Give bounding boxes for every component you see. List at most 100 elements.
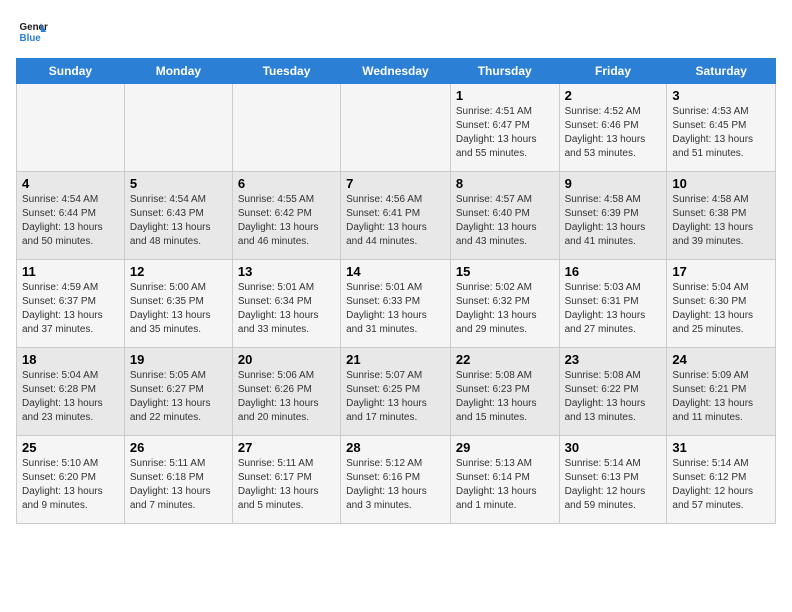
calendar-cell: 30 Sunrise: 5:14 AM Sunset: 6:13 PM Dayli… xyxy=(559,436,667,524)
calendar-cell xyxy=(124,84,232,172)
day-number: 9 xyxy=(565,176,662,191)
calendar-cell: 28 Sunrise: 5:12 AM Sunset: 6:16 PM Dayli… xyxy=(341,436,451,524)
calendar-cell: 1 Sunrise: 4:51 AM Sunset: 6:47 PM Daylig… xyxy=(450,84,559,172)
day-info: Sunrise: 4:56 AM Sunset: 6:41 PM Dayligh… xyxy=(346,193,445,249)
day-info: Sunrise: 5:12 AM Sunset: 6:16 PM Dayligh… xyxy=(346,457,445,513)
calendar-cell: 22Sunrise: 5:08 AM Sunset: 6:23 PM Dayli… xyxy=(450,348,559,436)
calendar-cell: 27Sunrise: 5:11 AM Sunset: 6:17 PM Dayli… xyxy=(232,436,340,524)
day-number: 7 xyxy=(346,176,445,191)
day-info: Sunrise: 5:10 AM Sunset: 6:20 PM Dayligh… xyxy=(22,457,119,513)
calendar-cell: 23 Sunrise: 5:08 AM Sunset: 6:22 PM Dayli… xyxy=(559,348,667,436)
calendar-cell: 25 Sunrise: 5:10 AM Sunset: 6:20 PM Dayli… xyxy=(17,436,125,524)
page-header: General Blue xyxy=(16,16,776,48)
day-number: 14 xyxy=(346,264,445,279)
day-info: Sunrise: 5:09 AM Sunset: 6:21 PM Dayligh… xyxy=(672,369,770,425)
day-info: Sunrise: 5:14 AM Sunset: 6:12 PM Dayligh… xyxy=(672,457,770,513)
day-info: Sunrise: 4:52 AM Sunset: 6:46 PM Dayligh… xyxy=(565,105,662,161)
day-info: Sunrise: 4:59 AM Sunset: 6:37 PM Dayligh… xyxy=(22,281,119,337)
calendar-cell: 21 Sunrise: 5:07 AM Sunset: 6:25 PM Dayli… xyxy=(341,348,451,436)
day-header-sunday: Sunday xyxy=(17,59,125,84)
day-number: 24 xyxy=(672,352,770,367)
day-number: 10 xyxy=(672,176,770,191)
day-number: 5 xyxy=(130,176,227,191)
day-number: 22 xyxy=(456,352,554,367)
day-header-tuesday: Tuesday xyxy=(232,59,340,84)
calendar-cell: 16 Sunrise: 5:03 AM Sunset: 6:31 PM Dayli… xyxy=(559,260,667,348)
calendar-cell: 31 Sunrise: 5:14 AM Sunset: 6:12 PM Dayli… xyxy=(667,436,776,524)
day-info: Sunrise: 5:06 AM Sunset: 6:26 PM Dayligh… xyxy=(238,369,335,425)
day-number: 6 xyxy=(238,176,335,191)
logo: General Blue xyxy=(16,16,48,48)
day-header-wednesday: Wednesday xyxy=(341,59,451,84)
calendar-week-row: 1 Sunrise: 4:51 AM Sunset: 6:47 PM Daylig… xyxy=(17,84,776,172)
day-info: Sunrise: 4:58 AM Sunset: 6:38 PM Dayligh… xyxy=(672,193,770,249)
day-number: 12 xyxy=(130,264,227,279)
day-info: Sunrise: 5:14 AM Sunset: 6:13 PM Dayligh… xyxy=(565,457,662,513)
calendar-cell: 17 Sunrise: 5:04 AM Sunset: 6:30 PM Dayli… xyxy=(667,260,776,348)
day-info: Sunrise: 4:51 AM Sunset: 6:47 PM Dayligh… xyxy=(456,105,554,161)
day-number: 31 xyxy=(672,440,770,455)
day-number: 20 xyxy=(238,352,335,367)
day-number: 17 xyxy=(672,264,770,279)
calendar-cell: 4 Sunrise: 4:54 AM Sunset: 6:44 PM Daylig… xyxy=(17,172,125,260)
day-number: 16 xyxy=(565,264,662,279)
day-info: Sunrise: 4:58 AM Sunset: 6:39 PM Dayligh… xyxy=(565,193,662,249)
day-number: 29 xyxy=(456,440,554,455)
day-info: Sunrise: 5:03 AM Sunset: 6:31 PM Dayligh… xyxy=(565,281,662,337)
day-number: 23 xyxy=(565,352,662,367)
day-number: 19 xyxy=(130,352,227,367)
day-number: 18 xyxy=(22,352,119,367)
calendar-cell xyxy=(232,84,340,172)
day-number: 27 xyxy=(238,440,335,455)
calendar-cell: 9 Sunrise: 4:58 AM Sunset: 6:39 PM Daylig… xyxy=(559,172,667,260)
day-number: 25 xyxy=(22,440,119,455)
calendar-cell: 15Sunrise: 5:02 AM Sunset: 6:32 PM Dayli… xyxy=(450,260,559,348)
calendar-table: SundayMondayTuesdayWednesdayThursdayFrid… xyxy=(16,58,776,524)
day-number: 30 xyxy=(565,440,662,455)
day-number: 8 xyxy=(456,176,554,191)
calendar-cell xyxy=(17,84,125,172)
day-info: Sunrise: 4:55 AM Sunset: 6:42 PM Dayligh… xyxy=(238,193,335,249)
calendar-week-row: 25 Sunrise: 5:10 AM Sunset: 6:20 PM Dayli… xyxy=(17,436,776,524)
days-header-row: SundayMondayTuesdayWednesdayThursdayFrid… xyxy=(17,59,776,84)
calendar-cell: 11Sunrise: 4:59 AM Sunset: 6:37 PM Dayli… xyxy=(17,260,125,348)
day-info: Sunrise: 4:53 AM Sunset: 6:45 PM Dayligh… xyxy=(672,105,770,161)
day-info: Sunrise: 5:04 AM Sunset: 6:30 PM Dayligh… xyxy=(672,281,770,337)
calendar-cell: 18 Sunrise: 5:04 AM Sunset: 6:28 PM Dayli… xyxy=(17,348,125,436)
calendar-cell: 12 Sunrise: 5:00 AM Sunset: 6:35 PM Dayli… xyxy=(124,260,232,348)
day-info: Sunrise: 5:01 AM Sunset: 6:33 PM Dayligh… xyxy=(346,281,445,337)
day-info: Sunrise: 5:04 AM Sunset: 6:28 PM Dayligh… xyxy=(22,369,119,425)
day-number: 4 xyxy=(22,176,119,191)
day-info: Sunrise: 4:57 AM Sunset: 6:40 PM Dayligh… xyxy=(456,193,554,249)
day-info: Sunrise: 5:08 AM Sunset: 6:22 PM Dayligh… xyxy=(565,369,662,425)
day-header-monday: Monday xyxy=(124,59,232,84)
calendar-cell: 6 Sunrise: 4:55 AM Sunset: 6:42 PM Daylig… xyxy=(232,172,340,260)
calendar-cell: 14 Sunrise: 5:01 AM Sunset: 6:33 PM Dayli… xyxy=(341,260,451,348)
day-header-friday: Friday xyxy=(559,59,667,84)
svg-text:Blue: Blue xyxy=(20,33,42,44)
day-info: Sunrise: 5:07 AM Sunset: 6:25 PM Dayligh… xyxy=(346,369,445,425)
day-info: Sunrise: 4:54 AM Sunset: 6:44 PM Dayligh… xyxy=(22,193,119,249)
day-number: 13 xyxy=(238,264,335,279)
day-info: Sunrise: 5:13 AM Sunset: 6:14 PM Dayligh… xyxy=(456,457,554,513)
day-header-saturday: Saturday xyxy=(667,59,776,84)
day-number: 28 xyxy=(346,440,445,455)
day-info: Sunrise: 5:11 AM Sunset: 6:18 PM Dayligh… xyxy=(130,457,227,513)
calendar-week-row: 18 Sunrise: 5:04 AM Sunset: 6:28 PM Dayli… xyxy=(17,348,776,436)
day-number: 15 xyxy=(456,264,554,279)
day-number: 1 xyxy=(456,88,554,103)
calendar-cell: 29 Sunrise: 5:13 AM Sunset: 6:14 PM Dayli… xyxy=(450,436,559,524)
logo-icon: General Blue xyxy=(16,16,48,48)
calendar-cell: 13 Sunrise: 5:01 AM Sunset: 6:34 PM Dayli… xyxy=(232,260,340,348)
day-number: 26 xyxy=(130,440,227,455)
calendar-cell: 5Sunrise: 4:54 AM Sunset: 6:43 PM Daylig… xyxy=(124,172,232,260)
day-number: 3 xyxy=(672,88,770,103)
day-info: Sunrise: 5:00 AM Sunset: 6:35 PM Dayligh… xyxy=(130,281,227,337)
day-info: Sunrise: 5:01 AM Sunset: 6:34 PM Dayligh… xyxy=(238,281,335,337)
calendar-week-row: 4 Sunrise: 4:54 AM Sunset: 6:44 PM Daylig… xyxy=(17,172,776,260)
day-number: 21 xyxy=(346,352,445,367)
day-number: 2 xyxy=(565,88,662,103)
day-header-thursday: Thursday xyxy=(450,59,559,84)
calendar-cell: 26 Sunrise: 5:11 AM Sunset: 6:18 PM Dayli… xyxy=(124,436,232,524)
calendar-cell: 10 Sunrise: 4:58 AM Sunset: 6:38 PM Dayli… xyxy=(667,172,776,260)
